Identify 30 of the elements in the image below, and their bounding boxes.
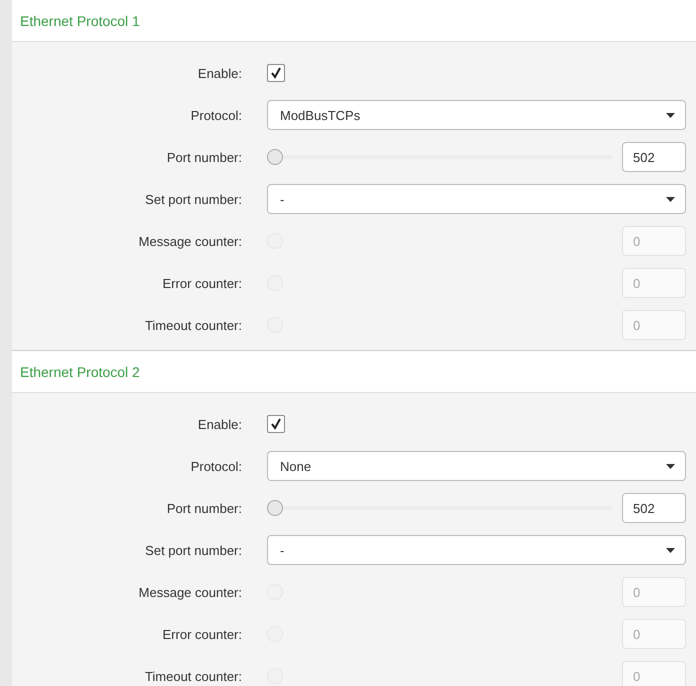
field-label: Message counter: <box>138 584 243 600</box>
number-field[interactable]: 502 <box>622 493 686 523</box>
field-label: Port number: <box>166 150 243 164</box>
dropdown[interactable]: - <box>267 184 686 214</box>
number-field[interactable]: 502 <box>622 142 686 172</box>
field-label: Set port number: <box>144 542 243 558</box>
field-label: Error counter: <box>162 276 243 290</box>
field-label: Protocol: <box>190 108 243 122</box>
field-label: Enable: <box>196 416 243 432</box>
field-label: Message counter: <box>138 234 243 248</box>
caret-icon <box>666 112 675 118</box>
dropdown[interactable]: None <box>267 451 686 481</box>
field-label: Error counter: <box>162 626 243 642</box>
field-label: Protocol: <box>190 458 243 474</box>
section-title: Ethernet Protocol 1 <box>20 12 140 28</box>
field-label: Set port number: <box>144 192 243 206</box>
slider-thumb[interactable] <box>267 500 283 516</box>
slider-thumb[interactable] <box>267 149 283 165</box>
dropdown[interactable]: ModBusTCPs <box>267 100 686 130</box>
field-label: Enable: <box>196 66 243 80</box>
dropdown[interactable]: - <box>267 535 686 565</box>
caret-icon <box>666 464 675 468</box>
field-label: Timeout counter: <box>144 668 243 684</box>
field-label: Timeout counter: <box>144 318 243 332</box>
caret-icon <box>666 548 675 552</box>
caret-icon <box>666 196 675 202</box>
section-title: Ethernet Protocol 2 <box>20 364 140 380</box>
field-label: Port number: <box>166 500 243 516</box>
checkbox[interactable] <box>267 415 285 433</box>
checkbox[interactable] <box>267 64 285 82</box>
